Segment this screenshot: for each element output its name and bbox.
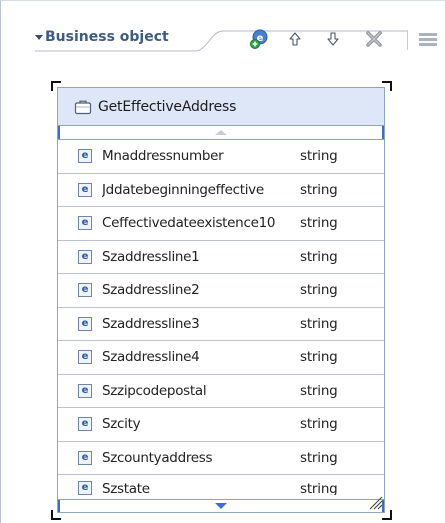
move-down-button[interactable] [320, 27, 346, 51]
collapse-triangle-icon [35, 35, 43, 40]
attribute-row[interactable]: e Szcity string [58, 408, 384, 442]
scroll-down-left-marker [58, 500, 60, 512]
attribute-name: Szcountyaddress [102, 449, 213, 466]
attribute-name: Mnaddressnumber [102, 148, 224, 165]
attribute-type: string [300, 315, 338, 332]
business-object-header[interactable]: GetEffectiveAddress [58, 88, 384, 126]
section-title: Business object [45, 29, 169, 45]
attribute-type: string [300, 449, 338, 466]
scroll-up-left-marker [58, 126, 60, 139]
attribute-type: string [300, 349, 338, 366]
element-attribute-icon: e [78, 249, 92, 264]
add-attribute-button[interactable]: e [247, 27, 273, 51]
scroll-up-arrow-icon [215, 130, 227, 135]
attribute-type: string [300, 416, 338, 433]
briefcase-icon [74, 99, 92, 115]
attribute-row[interactable]: e Szaddressline4 string [58, 341, 384, 375]
attribute-name: Szaddressline2 [102, 282, 200, 299]
business-object-box[interactable]: GetEffectiveAddress e Mnaddressnumber stri… [57, 87, 385, 513]
attribute-row[interactable]: e Jddatebeginningeffective string [58, 174, 384, 207]
element-attribute-icon: e [78, 216, 92, 231]
add-attribute-icon: e [250, 29, 268, 49]
attribute-name: Jddatebeginningeffective [102, 181, 264, 198]
element-attribute-icon: e [78, 417, 92, 432]
attribute-type: string [300, 248, 338, 265]
attribute-name: Szaddressline4 [102, 349, 200, 366]
business-object-name: GetEffectiveAddress [98, 98, 237, 115]
move-up-button[interactable] [282, 27, 308, 51]
element-attribute-icon: e [78, 450, 92, 465]
toolbar-separator [407, 30, 408, 50]
scroll-down-button[interactable] [58, 499, 384, 512]
attribute-type: string [300, 215, 338, 232]
element-attribute-icon: e [78, 383, 92, 398]
element-attribute-icon: e [78, 182, 92, 197]
attribute-name: Szaddressline3 [102, 315, 200, 332]
arrow-up-icon [289, 32, 301, 46]
attribute-name: Szzipcodepostal [102, 382, 207, 399]
attribute-type: string [300, 481, 338, 495]
attribute-type: string [300, 148, 338, 165]
attribute-type: string [300, 382, 338, 399]
view-menu-button[interactable] [415, 27, 441, 51]
attribute-type: string [300, 181, 338, 198]
attribute-name: Szaddressline1 [102, 248, 200, 265]
attribute-row[interactable]: e Szstate string [58, 475, 384, 495]
delete-x-icon [366, 31, 382, 47]
attribute-row[interactable]: e Mnaddressnumber string [58, 140, 384, 174]
menu-lines-icon [419, 33, 437, 46]
scroll-down-arrow-icon [215, 503, 227, 509]
element-attribute-icon: e [78, 283, 92, 298]
element-attribute-icon: e [78, 481, 92, 495]
section-header: Business object e [35, 23, 445, 59]
attribute-row[interactable]: e Szaddressline3 string [58, 308, 384, 341]
business-object-editor: Business object e GetEffectiveAddress e … [0, 0, 445, 523]
resize-grip-icon[interactable] [367, 494, 383, 510]
section-toggle[interactable]: Business object [35, 29, 169, 45]
attribute-row[interactable]: e Szzipcodepostal string [58, 375, 384, 408]
attribute-row[interactable]: e Szaddressline1 string [58, 241, 384, 274]
attribute-name: Szstate [102, 481, 150, 495]
arrow-down-icon [327, 32, 339, 46]
element-attribute-icon: e [78, 350, 92, 365]
attribute-type: string [300, 282, 338, 299]
attribute-row[interactable]: e Szcountyaddress string [58, 442, 384, 475]
delete-button[interactable] [361, 27, 387, 51]
attribute-row[interactable]: e Szaddressline2 string [58, 274, 384, 308]
element-attribute-icon: e [78, 316, 92, 331]
scroll-up-button[interactable] [58, 126, 384, 140]
attribute-row[interactable]: e Ceffectivedateexistence10 string [58, 207, 384, 241]
element-attribute-icon: e [78, 149, 92, 164]
attribute-list: e Mnaddressnumber string e Jddatebeginningef… [58, 140, 384, 495]
scroll-up-right-marker [382, 126, 384, 139]
attribute-name: Szcity [102, 416, 141, 433]
attribute-name: Ceffectivedateexistence10 [102, 215, 276, 232]
